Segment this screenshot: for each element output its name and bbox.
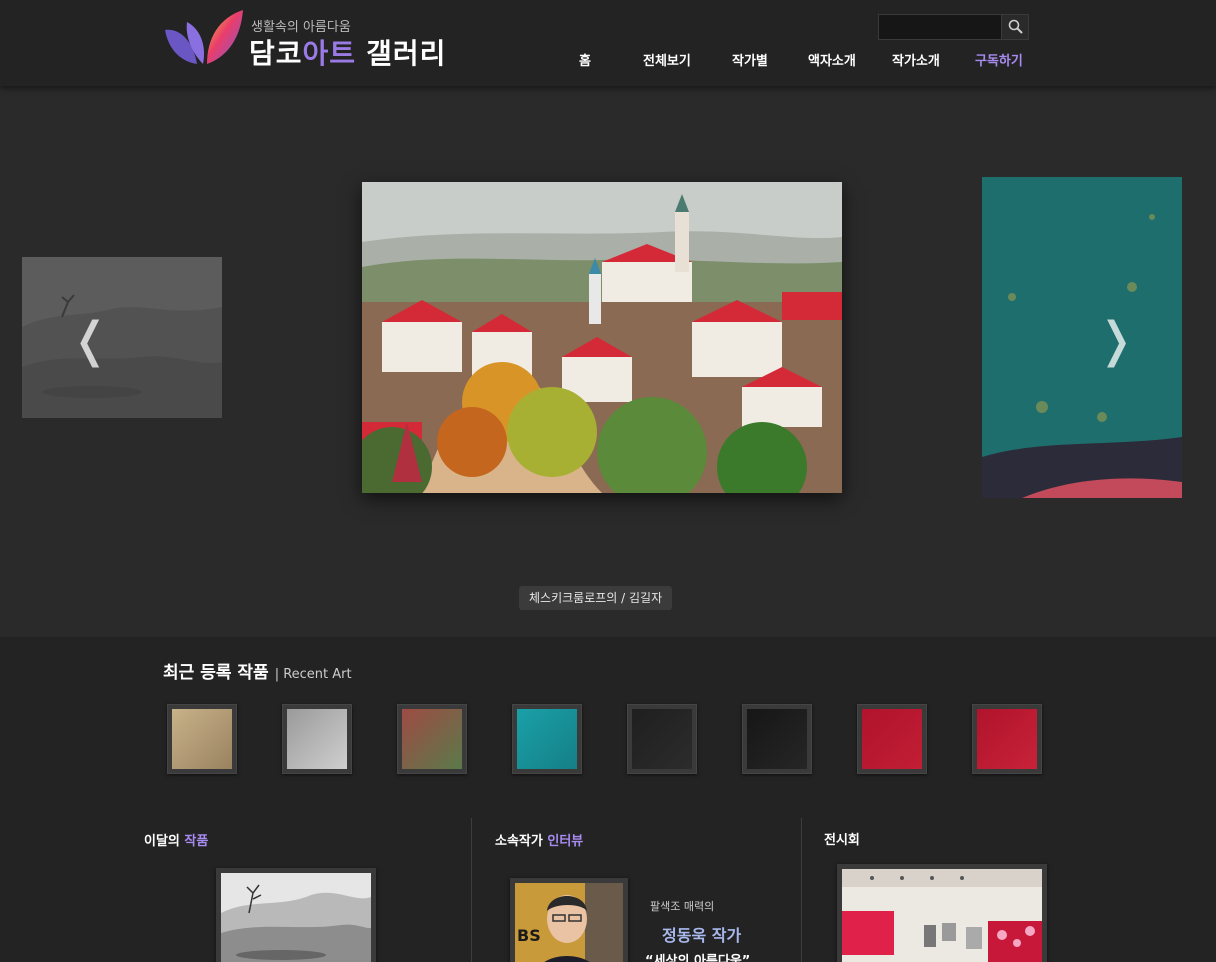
interview-photo-frame[interactable]: BS — [510, 878, 628, 962]
prev-slide-arrow-icon[interactable]: ❬ — [70, 316, 110, 364]
interview-subtitle: 팔색조 매력의 — [650, 900, 715, 913]
recent-art-heading: 최근 등록 작품 | Recent Art — [163, 658, 352, 683]
exhibition-hall-image — [842, 869, 1042, 962]
teal-painting-image — [982, 177, 1182, 498]
city-painting-image — [362, 182, 842, 493]
thumbnail-image — [517, 709, 577, 769]
nav-artists[interactable]: 작가소개 — [892, 50, 940, 69]
recent-art-thumbnail[interactable] — [282, 704, 352, 774]
recent-art-subtitle: | Recent Art — [274, 667, 352, 682]
thumbnail-image — [632, 709, 692, 769]
logo[interactable]: 생활속의 아름다움 담코아트 갤러리 — [163, 8, 463, 70]
thumbnail-image — [862, 709, 922, 769]
exhibition-heading: 전시회 — [824, 829, 860, 848]
nav-frames[interactable]: 액자소개 — [808, 50, 856, 69]
artwork-slider: ❬ ❭ 체스키크룸로프의 / 김길자 — [0, 86, 1216, 637]
recent-art-thumbnail[interactable] — [972, 704, 1042, 774]
search-input[interactable] — [879, 15, 1002, 39]
interview-artist-name[interactable]: 정동욱 작가 — [662, 922, 741, 946]
nav-all-works[interactable]: 전체보기 — [643, 50, 691, 69]
section-divider — [801, 818, 802, 962]
slide-previous-artwork[interactable] — [22, 257, 222, 418]
nav-subscribe[interactable]: 구독하기 — [975, 50, 1023, 69]
thumbnail-image — [977, 709, 1037, 769]
slide-current-artwork[interactable] — [362, 182, 842, 493]
thumbnail-image — [747, 709, 807, 769]
next-slide-arrow-icon[interactable]: ❭ — [1096, 316, 1136, 364]
header: 생활속의 아름다움 담코아트 갤러리 홈 전체보기 작가별 액자소개 작가소개 구… — [0, 0, 1216, 86]
recent-art-thumbnail[interactable] — [857, 704, 927, 774]
artist-portrait-image: BS — [515, 883, 623, 962]
search-box — [878, 14, 1029, 40]
monthly-art-image — [221, 873, 371, 962]
section-divider — [471, 818, 472, 962]
page: 생활속의 아름다움 담코아트 갤러리 홈 전체보기 작가별 액자소개 작가소개 구… — [0, 0, 1216, 962]
monthly-art-title: 이달의 — [144, 834, 180, 849]
nav-by-artist[interactable]: 작가별 — [732, 50, 768, 69]
logo-leaf-icon — [165, 10, 243, 64]
thumbnail-image — [287, 709, 347, 769]
monthly-art-title-accent: 작품 — [184, 834, 209, 849]
recent-art-thumbnail[interactable] — [742, 704, 812, 774]
recent-art-thumbnail[interactable] — [512, 704, 582, 774]
thumbnail-image — [172, 709, 232, 769]
interview-title-accent: 인터뷰 — [547, 834, 584, 849]
monthly-art-frame[interactable] — [216, 868, 376, 962]
nav-home[interactable]: 홈 — [579, 50, 591, 69]
thumbnail-image — [402, 709, 462, 769]
monthly-art-heading: 이달의 작품 — [144, 830, 208, 849]
brand-part-3: 갤러리 — [366, 37, 447, 70]
interview-title: 소속작가 — [495, 834, 543, 849]
broadcaster-logo: BS — [517, 926, 541, 945]
interview-quote: “세상의 아름다움” — [645, 954, 751, 962]
slide-next-artwork[interactable] — [982, 177, 1182, 498]
exhibition-photo-frame[interactable] — [837, 864, 1047, 962]
search-icon — [1008, 19, 1023, 34]
recent-art-thumbnail[interactable] — [397, 704, 467, 774]
recent-art-title: 최근 등록 작품 — [163, 663, 269, 683]
recent-art-thumbnail[interactable] — [627, 704, 697, 774]
brand-part-2: 아트 — [302, 37, 357, 70]
exhibition-title: 전시회 — [824, 833, 860, 848]
brand-part-1: 담코 — [249, 37, 303, 70]
slide-caption: 체스키크룸로프의 / 김길자 — [519, 586, 673, 610]
logo-brand-name: 담코아트 갤러리 — [249, 32, 446, 72]
interview-heading: 소속작가 인터뷰 — [495, 830, 583, 849]
recent-art-thumbnail[interactable] — [167, 704, 237, 774]
search-button[interactable] — [1001, 15, 1028, 39]
ink-landscape-image — [22, 257, 222, 418]
